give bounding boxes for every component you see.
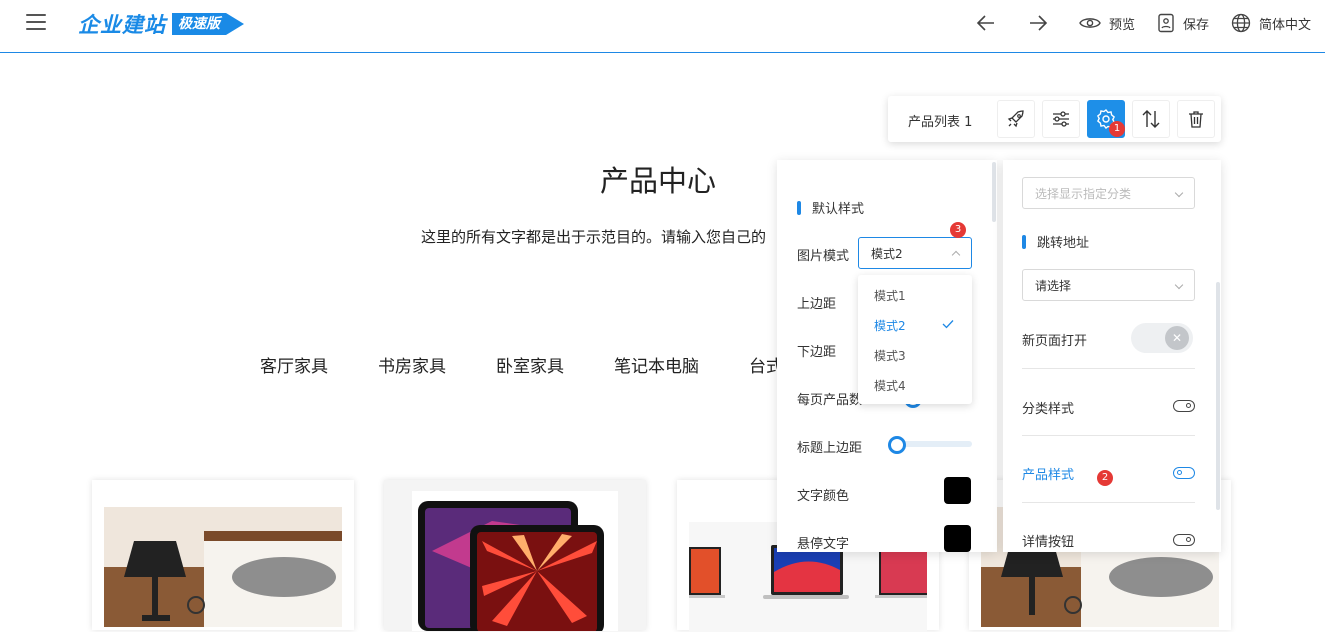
product-image: [412, 491, 618, 631]
step-badge: 2: [1097, 470, 1113, 486]
category-filter-placeholder: 选择显示指定分类: [1035, 186, 1132, 201]
check-icon: [942, 320, 954, 329]
sort-icon: [1142, 110, 1160, 128]
category-tab[interactable]: 书房家具: [378, 352, 446, 377]
section-title: 产品中心: [600, 164, 717, 198]
jump-url-select[interactable]: 请选择: [1022, 269, 1195, 301]
close-icon: ✕: [1165, 326, 1189, 350]
globe-icon: [1231, 13, 1251, 33]
header-actions: 预览 保存 简体中文: [953, 0, 1311, 46]
eye-icon: [1079, 18, 1101, 28]
detail-button-toggle[interactable]: [1173, 534, 1195, 546]
content-settings-panel: 选择显示指定分类 跳转地址 请选择 新页面打开 ✕ 分类样式 产品样式 2 详情…: [1003, 160, 1221, 552]
default-style-header: 默认样式: [797, 198, 864, 217]
hover-text-label: 悬停文字: [797, 537, 850, 552]
language-selector[interactable]: 简体中文: [1231, 13, 1311, 33]
dropdown-option[interactable]: 模式1: [874, 287, 906, 304]
preview-button[interactable]: 预览: [1079, 14, 1135, 33]
right-panel-scrollbar[interactable]: [1216, 282, 1220, 510]
category-tab[interactable]: 笔记本电脑: [614, 352, 699, 377]
save-button[interactable]: 保存: [1157, 13, 1209, 33]
adjust-button[interactable]: [1042, 100, 1080, 138]
detail-button-label: 详情按钮: [1022, 535, 1075, 550]
new-page-label: 新页面打开: [1022, 334, 1088, 349]
product-style-toggle[interactable]: [1173, 467, 1195, 479]
logo: 企业建站 极速版: [78, 8, 244, 40]
category-style-label: 分类样式: [1022, 402, 1075, 417]
component-toolbar: 产品列表 1 1: [888, 96, 1221, 142]
dropdown-option[interactable]: 模式4: [874, 377, 906, 394]
bottom-spacing-label: 下边距: [797, 345, 837, 360]
product-card[interactable]: [384, 480, 646, 631]
chevron-up-icon: [951, 250, 961, 260]
chevron-down-icon: [1174, 188, 1184, 198]
arrow-right-icon: [1029, 15, 1048, 31]
jump-section-header: 跳转地址: [1022, 232, 1089, 251]
default-style-label: 默认样式: [812, 202, 865, 217]
delete-button[interactable]: [1177, 100, 1215, 138]
logo-badge-text: 极速版: [172, 13, 226, 35]
component-name: 产品列表 1: [908, 115, 973, 130]
divider: [1022, 435, 1195, 436]
product-style-label[interactable]: 产品样式: [1022, 464, 1074, 483]
preview-label: 预览: [1108, 17, 1135, 33]
sliders-icon: [1053, 111, 1069, 127]
logo-badge: 极速版: [172, 11, 244, 37]
menu-icon[interactable]: [26, 14, 46, 32]
category-tab[interactable]: 卧室家具: [496, 352, 564, 377]
sort-button[interactable]: [1132, 100, 1170, 138]
dropdown-option[interactable]: 模式3: [874, 347, 906, 364]
arrow-left-icon: [976, 15, 994, 31]
image-mode-select[interactable]: 模式2: [858, 237, 972, 269]
step-badge: 1: [1109, 121, 1125, 137]
step-badge: 3: [950, 222, 966, 238]
dropdown-option-selected[interactable]: 模式2: [874, 317, 906, 334]
chevron-down-icon: [1174, 280, 1184, 290]
trash-icon: [1189, 111, 1203, 128]
per-page-label: 每页产品数: [797, 393, 863, 408]
logo-main-text: 企业建站: [78, 13, 166, 37]
rocket-icon: [1007, 110, 1024, 128]
category-filter-select[interactable]: 选择显示指定分类: [1022, 177, 1195, 209]
rocket-button[interactable]: [997, 100, 1035, 138]
language-label: 简体中文: [1258, 17, 1311, 33]
undo-button[interactable]: [975, 12, 1005, 34]
jump-section-label: 跳转地址: [1037, 236, 1090, 251]
jump-url-value: 请选择: [1035, 278, 1072, 293]
text-color-swatch[interactable]: [944, 477, 971, 504]
left-panel-scrollbar[interactable]: [992, 162, 996, 222]
product-image: [104, 507, 342, 627]
divider: [1022, 502, 1195, 503]
divider: [1022, 368, 1195, 369]
hover-text-color-swatch[interactable]: [944, 525, 971, 552]
title-top-spacing-label: 标题上边距: [797, 441, 863, 456]
new-page-switch[interactable]: ✕: [1131, 323, 1193, 353]
category-tab[interactable]: 客厅家具: [260, 352, 328, 377]
save-label: 保存: [1182, 17, 1209, 33]
section-description: 这里的所有文字都是出于示范目的。请输入您自己的: [421, 228, 767, 246]
product-card[interactable]: [92, 480, 354, 630]
image-mode-dropdown: 模式1 模式2 模式3 模式4: [858, 275, 972, 404]
top-bar: 企业建站 极速版 预览 保存 简体中文: [0, 0, 1325, 53]
save-icon: [1158, 13, 1174, 33]
title-top-spacing-slider[interactable]: [888, 436, 906, 454]
redo-button[interactable]: [1027, 12, 1057, 34]
image-mode-label: 图片模式: [797, 249, 850, 264]
top-spacing-label: 上边距: [797, 297, 837, 312]
image-mode-value: 模式2: [871, 246, 903, 261]
category-style-toggle[interactable]: [1173, 400, 1195, 412]
text-color-label: 文字颜色: [797, 489, 850, 504]
